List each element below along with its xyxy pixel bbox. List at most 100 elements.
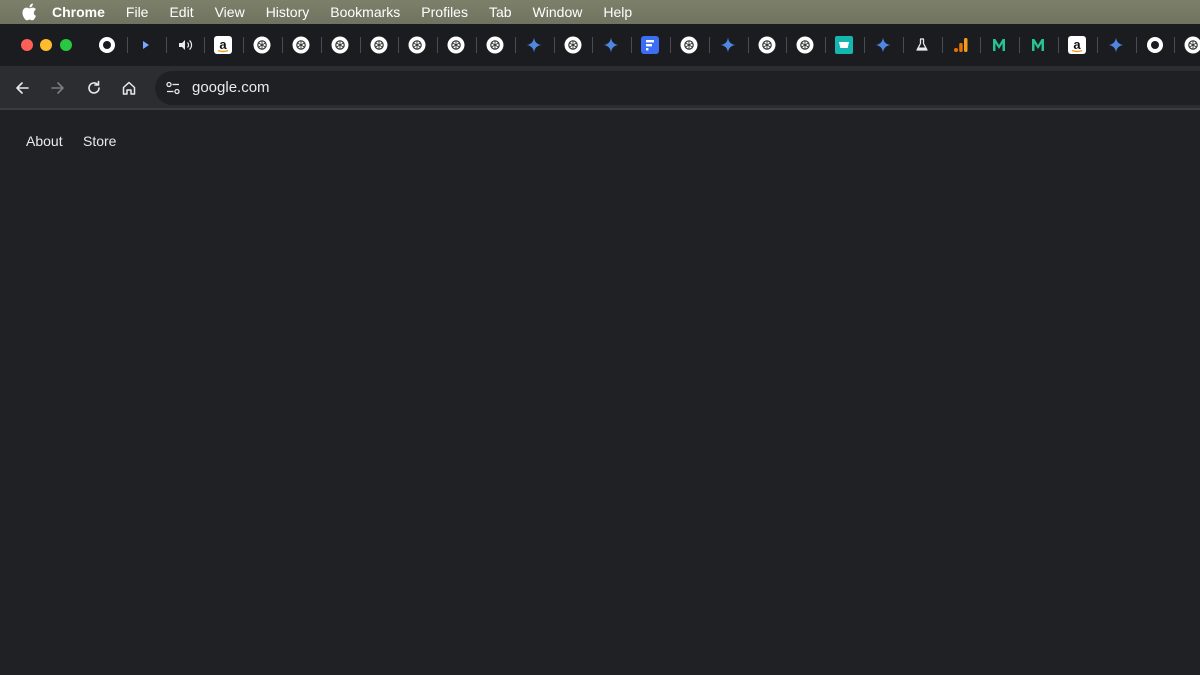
back-arrow-icon (16, 82, 29, 94)
tab-separator (1174, 37, 1176, 53)
tab-separator (1019, 37, 1021, 53)
close-window-button[interactable] (21, 39, 33, 51)
menu-profiles[interactable]: Profiles (421, 4, 468, 20)
tab-separator (359, 37, 361, 53)
browser-tab[interactable] (485, 35, 505, 55)
browser-tab[interactable] (330, 35, 350, 55)
speaker-icon (177, 37, 193, 53)
gemini-sparkle-icon (526, 37, 542, 53)
browser-tab[interactable] (291, 35, 311, 55)
gemini-sparkle-icon (603, 37, 619, 53)
circle-ring-icon (98, 36, 116, 54)
browser-tab[interactable] (524, 35, 544, 55)
browser-tab[interactable] (369, 35, 389, 55)
tab-separator (204, 37, 206, 53)
forward-button[interactable] (46, 76, 70, 100)
home-icon (122, 81, 136, 95)
menu-edit[interactable]: Edit (169, 4, 193, 20)
browser-tab[interactable] (718, 35, 738, 55)
tab-strip: aa (0, 24, 1200, 66)
browser-tab[interactable]: a (1067, 35, 1087, 55)
tab-separator (320, 37, 322, 53)
forms-icon (641, 36, 660, 54)
m-logo-icon (1030, 37, 1046, 53)
openai-icon (1184, 36, 1200, 54)
browser-tab[interactable] (136, 35, 156, 55)
page-content: About Store (0, 112, 1200, 675)
menu-window[interactable]: Window (533, 4, 583, 20)
tab-separator (476, 37, 477, 53)
openai-icon (331, 36, 349, 54)
browser-tab[interactable] (563, 35, 583, 55)
about-link[interactable]: About (26, 133, 63, 149)
browser-tab[interactable] (175, 35, 195, 55)
tab-separator (553, 37, 555, 53)
menu-bookmarks[interactable]: Bookmarks (330, 4, 400, 20)
browser-tab[interactable] (252, 35, 272, 55)
browser-tab[interactable] (97, 35, 117, 55)
tab-separator (1096, 37, 1098, 53)
browser-toolbar: google.com (0, 66, 1200, 110)
tab-separator (747, 37, 749, 53)
tab-separator (864, 37, 865, 53)
openai-icon (447, 36, 465, 54)
tab-separator (1058, 37, 1059, 53)
browser-tab[interactable] (601, 35, 621, 55)
menu-tab[interactable]: Tab (489, 4, 512, 20)
url-text[interactable]: google.com (192, 79, 270, 96)
browser-tab[interactable] (1028, 35, 1048, 55)
analytics-icon (953, 37, 969, 53)
openai-icon (680, 36, 698, 54)
tab-separator (398, 37, 400, 53)
tab-separator (786, 37, 788, 53)
gemini-sparkle-icon (875, 37, 891, 53)
browser-tab[interactable] (407, 35, 427, 55)
browser-tab[interactable] (989, 35, 1009, 55)
tab-separator (1135, 37, 1137, 53)
svg-text:a: a (1073, 37, 1081, 52)
menu-app-chrome[interactable]: Chrome (52, 4, 105, 20)
tab-separator (941, 37, 943, 53)
browser-tab[interactable] (795, 35, 815, 55)
zoom-window-button[interactable] (60, 39, 72, 51)
back-button[interactable] (10, 76, 34, 100)
store-link[interactable]: Store (83, 133, 116, 149)
browser-tab[interactable] (912, 35, 932, 55)
tab-separator (126, 37, 128, 53)
forward-arrow-icon (51, 82, 64, 94)
browser-tab[interactable] (640, 35, 660, 55)
reload-button[interactable] (82, 76, 106, 100)
tab-separator (282, 37, 283, 53)
menu-view[interactable]: View (215, 4, 245, 20)
openai-icon (796, 36, 814, 54)
tab-separator (902, 37, 904, 53)
browser-tab[interactable]: a (213, 35, 233, 55)
openai-icon (758, 36, 776, 54)
menu-help[interactable]: Help (603, 4, 632, 20)
menu-file[interactable]: File (126, 4, 149, 20)
openai-icon (486, 36, 504, 54)
site-info-icon[interactable] (161, 76, 185, 100)
browser-tab[interactable] (873, 35, 893, 55)
browser-tab[interactable] (1145, 35, 1165, 55)
browser-tab[interactable] (834, 35, 854, 55)
openai-icon (408, 36, 426, 54)
tab-separator (514, 37, 516, 53)
apple-logo-icon[interactable] (20, 3, 38, 21)
tab-separator (708, 37, 710, 53)
browser-tab[interactable] (1183, 35, 1200, 55)
circle-ring-icon (1146, 36, 1164, 54)
openai-icon (292, 36, 310, 54)
address-bar[interactable]: google.com (155, 71, 1200, 105)
browser-tab[interactable] (679, 35, 699, 55)
browser-tab[interactable] (951, 35, 971, 55)
minimize-window-button[interactable] (40, 39, 52, 51)
browser-tab[interactable] (757, 35, 777, 55)
browser-tab[interactable] (446, 35, 466, 55)
tab-separator (825, 37, 827, 53)
browser-tab[interactable] (1106, 35, 1126, 55)
flask-icon (914, 37, 930, 53)
gemini-sparkle-icon (720, 37, 736, 53)
home-button[interactable] (117, 76, 141, 100)
menu-history[interactable]: History (266, 4, 310, 20)
